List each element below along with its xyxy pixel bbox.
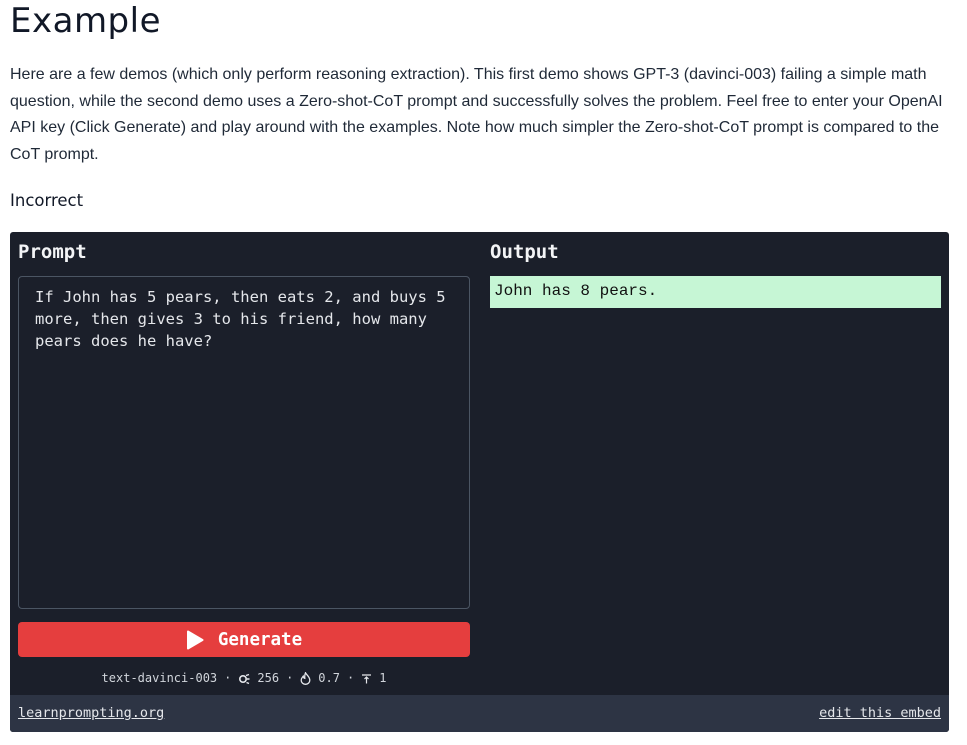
generate-button[interactable]: Generate: [18, 622, 470, 657]
example-subheading: Incorrect: [10, 191, 84, 210]
temperature-value: 0.7: [318, 671, 340, 685]
model-name: text-davinci-003: [101, 671, 218, 685]
separator: ·: [286, 671, 294, 685]
output-text: John has 8 pears.: [490, 276, 941, 308]
max-tokens-value: 256: [257, 671, 280, 685]
page-title: Example: [10, 1, 162, 41]
flame-icon: [300, 671, 311, 685]
prompt-embed: Prompt Output If John has 5 pears, then …: [10, 232, 949, 732]
top-p-value: 1: [379, 671, 387, 685]
learnprompting-link[interactable]: learnprompting.org: [18, 705, 164, 721]
play-icon: [186, 630, 204, 650]
generate-label: Generate: [217, 629, 303, 650]
output-heading: Output: [490, 241, 559, 263]
prompt-heading: Prompt: [18, 241, 87, 263]
separator: ·: [224, 671, 232, 685]
model-settings: text-davinci-003 · 256 · 0.7 · 1: [18, 668, 470, 688]
edit-embed-link[interactable]: edit this embed: [819, 705, 941, 721]
intro-paragraph: Here are a few demos (which only perform…: [10, 66, 943, 163]
separator: ·: [346, 671, 355, 685]
embed-footer: learnprompting.org edit this embed: [10, 695, 949, 732]
prompt-textarea[interactable]: If John has 5 pears, then eats 2, and bu…: [18, 276, 470, 609]
token-icon: [238, 671, 250, 685]
top-p-icon: [361, 671, 372, 685]
